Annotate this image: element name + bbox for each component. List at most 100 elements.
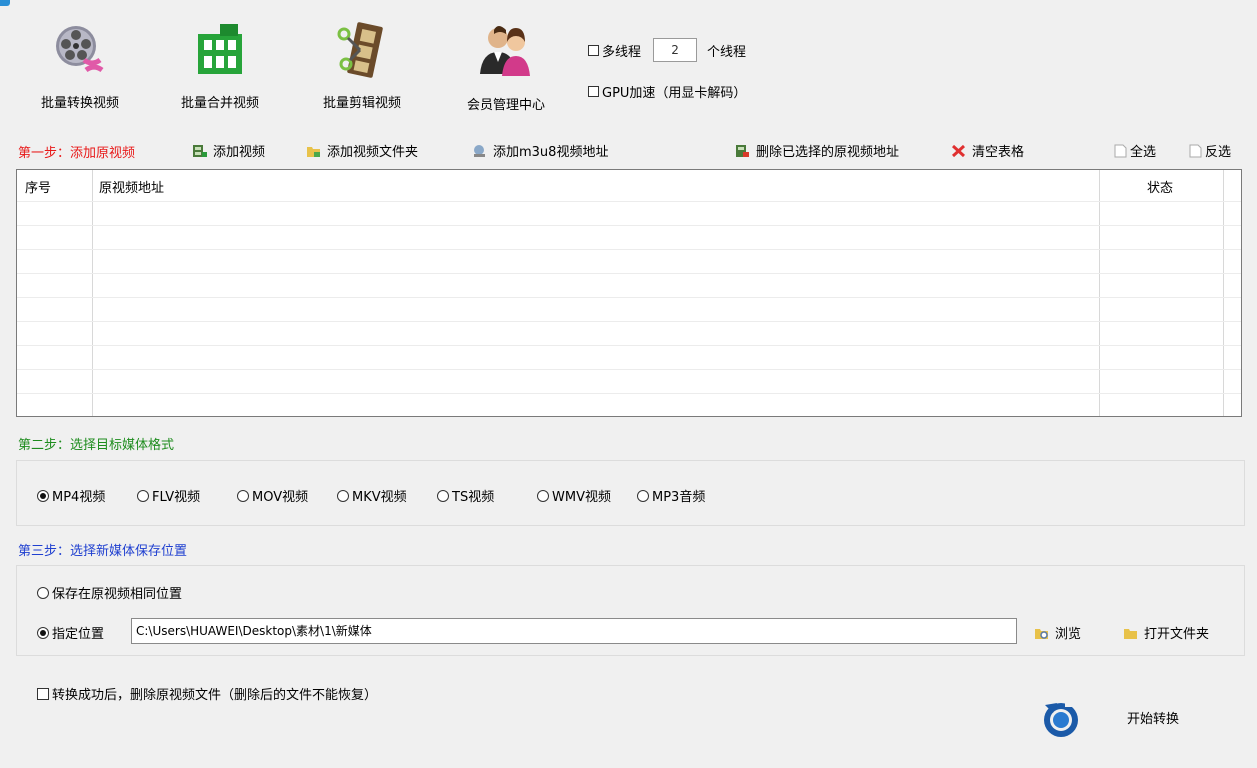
format-flv-option[interactable]: FLV视频 xyxy=(137,486,200,505)
folder-search-icon xyxy=(1035,628,1048,639)
row-divider xyxy=(17,321,1241,322)
thread-unit-label: 个线程 xyxy=(707,44,747,60)
gpu-checkbox[interactable] xyxy=(588,86,599,97)
col-status-header[interactable]: 状态 xyxy=(1147,177,1173,196)
format-mov-option[interactable]: MOV视频 xyxy=(237,486,308,505)
format-wmv-label: WMV视频 xyxy=(552,490,611,505)
radio[interactable] xyxy=(337,489,349,502)
member-center-label: 会员管理中心 xyxy=(466,98,545,113)
step2-label: 第二步：选择目标媒体格式 xyxy=(18,438,175,453)
radio[interactable] xyxy=(37,586,49,599)
format-mp3-label: MP3音频 xyxy=(652,490,706,505)
format-mp3-option[interactable]: MP3音频 xyxy=(637,486,705,505)
format-flv-label: FLV视频 xyxy=(152,490,201,505)
batch-merge-button[interactable]: 批量合并视频 xyxy=(160,14,280,124)
specify-location-label: 指定位置 xyxy=(52,627,105,642)
format-mkv-label: MKV视频 xyxy=(352,490,407,505)
start-convert-button[interactable]: 开始转换 xyxy=(1127,708,1179,727)
network-link-icon xyxy=(474,144,485,157)
row-divider xyxy=(17,249,1241,250)
format-ts-option[interactable]: TS视频 xyxy=(437,486,494,505)
delete-selected-button[interactable]: 删除已选择的原视频地址 xyxy=(735,141,899,160)
close-icon xyxy=(951,144,966,157)
same-location-label: 保存在原视频相同位置 xyxy=(52,587,183,602)
delete-after-checkbox[interactable] xyxy=(37,687,49,700)
specify-location-option[interactable]: 指定位置 xyxy=(37,623,104,642)
batch-convert-button[interactable]: 批量转换视频 xyxy=(20,14,140,124)
format-wmv-option[interactable]: WMV视频 xyxy=(537,486,611,505)
invert-select-button[interactable]: 反选 xyxy=(1188,141,1231,160)
row-divider xyxy=(17,345,1241,346)
batch-convert-label: 批量转换视频 xyxy=(40,96,119,111)
row-divider xyxy=(17,393,1241,394)
delete-selected-label: 删除已选择的原视频地址 xyxy=(756,145,900,160)
radio[interactable] xyxy=(137,489,149,502)
select-all-button[interactable]: 全选 xyxy=(1113,141,1156,160)
add-video-button[interactable]: 添加视频 xyxy=(192,141,265,160)
document-icon xyxy=(1114,144,1127,157)
folder-add-icon xyxy=(307,146,320,157)
multithread-checkbox[interactable] xyxy=(588,44,599,56)
invert-select-label: 反选 xyxy=(1205,145,1232,160)
gpu-label: GPU加速（用显卡解码） xyxy=(602,86,747,101)
format-mov-label: MOV视频 xyxy=(252,490,309,505)
clear-table-label: 清空表格 xyxy=(972,145,1025,160)
film-add-icon xyxy=(193,144,207,157)
batch-cut-label: 批量剪辑视频 xyxy=(322,96,401,111)
add-video-label: 添加视频 xyxy=(213,145,266,160)
member-center-button[interactable]: 会员管理中心 xyxy=(446,14,566,124)
app-corner-mark xyxy=(0,0,10,6)
thread-count-input[interactable]: 2 xyxy=(653,38,698,62)
clear-table-button[interactable]: 清空表格 xyxy=(951,141,1024,160)
select-all-label: 全选 xyxy=(1130,145,1157,160)
format-mp4-label: MP4视频 xyxy=(52,490,106,505)
row-divider xyxy=(17,369,1241,370)
col-path-header[interactable]: 原视频地址 xyxy=(99,177,164,196)
folder-icon xyxy=(1124,628,1137,639)
same-location-option[interactable]: 保存在原视频相同位置 xyxy=(37,583,182,602)
format-mp4-option[interactable]: MP4视频 xyxy=(37,486,105,505)
add-m3u8-label: 添加m3u8视频地址 xyxy=(493,145,609,160)
open-folder-label: 打开文件夹 xyxy=(1144,627,1210,642)
step3-label: 第三步：选择新媒体保存位置 xyxy=(18,544,188,559)
row-divider xyxy=(17,225,1241,226)
video-table[interactable]: 序号 原视频地址 状态 xyxy=(16,169,1242,417)
column-divider xyxy=(1099,170,1100,416)
row-divider xyxy=(17,297,1241,298)
radio[interactable] xyxy=(237,489,249,502)
browse-label: 浏览 xyxy=(1055,627,1082,642)
users-icon xyxy=(480,26,530,76)
film-reel-convert-icon xyxy=(56,26,104,73)
delete-after-option[interactable]: 转换成功后，删除原视频文件（删除后的文件不能恢复） xyxy=(37,684,377,703)
merge-blocks-icon xyxy=(198,24,242,74)
radio[interactable] xyxy=(437,489,449,502)
column-divider xyxy=(1223,170,1224,416)
row-divider xyxy=(17,201,1241,202)
add-folder-label: 添加视频文件夹 xyxy=(327,145,419,160)
browse-button[interactable]: 浏览 xyxy=(1034,623,1081,642)
format-panel xyxy=(16,460,1245,526)
radio[interactable] xyxy=(637,489,649,502)
format-ts-label: TS视频 xyxy=(452,490,495,505)
batch-cut-button[interactable]: 批量剪辑视频 xyxy=(302,14,422,124)
step1-label: 第一步：添加原视频 xyxy=(18,146,136,161)
gpu-option[interactable]: GPU加速（用显卡解码） xyxy=(588,82,746,101)
multithread-label: 多线程 xyxy=(602,44,642,60)
radio-selected[interactable] xyxy=(37,626,49,639)
column-divider xyxy=(92,170,93,416)
film-delete-icon xyxy=(736,144,749,157)
delete-after-label: 转换成功后，删除原视频文件（删除后的文件不能恢复） xyxy=(52,688,378,703)
refresh-icon[interactable] xyxy=(1039,697,1083,739)
col-index-header[interactable]: 序号 xyxy=(25,177,51,196)
batch-merge-label: 批量合并视频 xyxy=(180,96,259,111)
save-path-input[interactable]: C:\Users\HUAWEI\Desktop\素材\1\新媒体 xyxy=(131,618,1017,644)
open-folder-button[interactable]: 打开文件夹 xyxy=(1123,623,1209,642)
multithread-option[interactable]: 多线程 2 个线程 xyxy=(588,38,746,62)
format-mkv-option[interactable]: MKV视频 xyxy=(337,486,407,505)
row-divider xyxy=(17,273,1241,274)
radio[interactable] xyxy=(537,489,549,502)
radio-selected[interactable] xyxy=(37,489,49,502)
document-icon xyxy=(1189,144,1202,157)
add-m3u8-button[interactable]: 添加m3u8视频地址 xyxy=(472,141,608,160)
add-folder-button[interactable]: 添加视频文件夹 xyxy=(306,141,418,160)
